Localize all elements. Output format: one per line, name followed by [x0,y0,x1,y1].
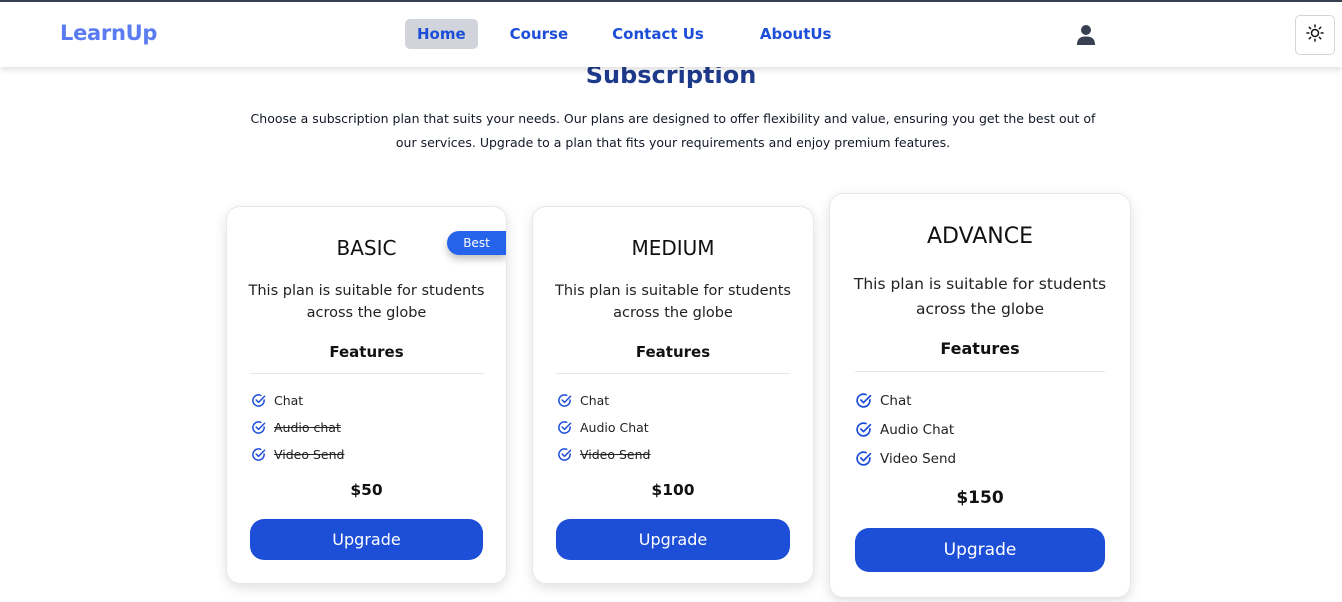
feature-item: Chat [855,386,956,415]
check-circle-icon [252,448,266,461]
check-circle-icon [558,421,572,434]
check-circle-icon [856,422,872,437]
upgrade-button[interactable]: Upgrade [855,528,1105,572]
plan-description: This plan is suitable for students acros… [853,275,1107,318]
plan-price: $100 [651,481,695,499]
check-circle-icon [252,394,266,407]
check-circle-icon [856,451,872,466]
nav-item-contact-us[interactable]: Contact Us [600,19,716,49]
feature-item: Video Send [251,441,344,468]
features-title: Features [329,343,404,361]
feature-label: Audio chat [274,420,341,435]
navbar: LearnUp Home Course Contact Us AboutUs [0,2,1342,67]
feature-list: Chat Audio Chat Video Send [557,387,650,468]
plan-price: $150 [956,488,1004,508]
feature-label: Audio Chat [880,421,955,438]
divider [250,373,484,374]
feature-item: Chat [557,387,650,414]
feature-label: Chat [580,393,610,408]
feature-list: Chat Audio Chat Video Send [855,386,956,473]
feature-item: Video Send [855,444,956,473]
nav-item-home[interactable]: Home [405,19,478,49]
nav-item-course[interactable]: Course [498,19,581,49]
page-description: Choose a subscription plan that suits yo… [250,111,1096,150]
feature-item: Audio Chat [557,414,650,441]
feature-label: Video Send [880,450,957,467]
plan-description: This plan is suitable for students acros… [248,283,485,321]
feature-label: Chat [274,393,304,408]
feature-item: Video Send [557,441,650,468]
plan-card-medium: MEDIUM This plan is suitable for student… [532,206,814,584]
feature-item: Chat [251,387,344,414]
features-title: Features [940,339,1020,358]
user-icon[interactable] [1076,24,1096,46]
feature-label: Video Send [274,447,345,462]
divider [556,373,790,374]
feature-list: Chat Audio chat Video Send [251,387,344,468]
divider [855,371,1105,372]
logo[interactable]: LearnUp [60,21,157,45]
plan-card-advance: ADVANCE This plan is suitable for studen… [829,193,1131,598]
upgrade-button[interactable]: Upgrade [556,519,790,560]
feature-label: Chat [880,392,912,409]
feature-item: Audio Chat [855,415,956,444]
plan-price: $50 [350,481,383,499]
check-circle-icon [252,421,266,434]
nav-item-about-us[interactable]: AboutUs [748,19,844,49]
upgrade-button[interactable]: Upgrade [250,519,483,560]
plan-name: BASIC [336,236,397,260]
theme-toggle-button[interactable] [1295,15,1335,55]
feature-label: Audio Chat [580,420,649,435]
feature-label: Video Send [580,447,651,462]
feature-item: Audio chat [251,414,344,441]
features-title: Features [635,343,711,361]
plan-description: This plan is suitable for students acros… [555,283,791,321]
check-circle-icon [856,393,872,408]
sun-icon [1306,24,1324,46]
plan-card-basic: Best BASIC This plan is suitable for stu… [226,206,507,584]
check-circle-icon [558,448,572,461]
plan-name: ADVANCE [926,224,1033,249]
plan-name: MEDIUM [631,236,715,260]
check-circle-icon [558,394,572,407]
main-nav: Home Course Contact Us AboutUs [405,19,863,49]
